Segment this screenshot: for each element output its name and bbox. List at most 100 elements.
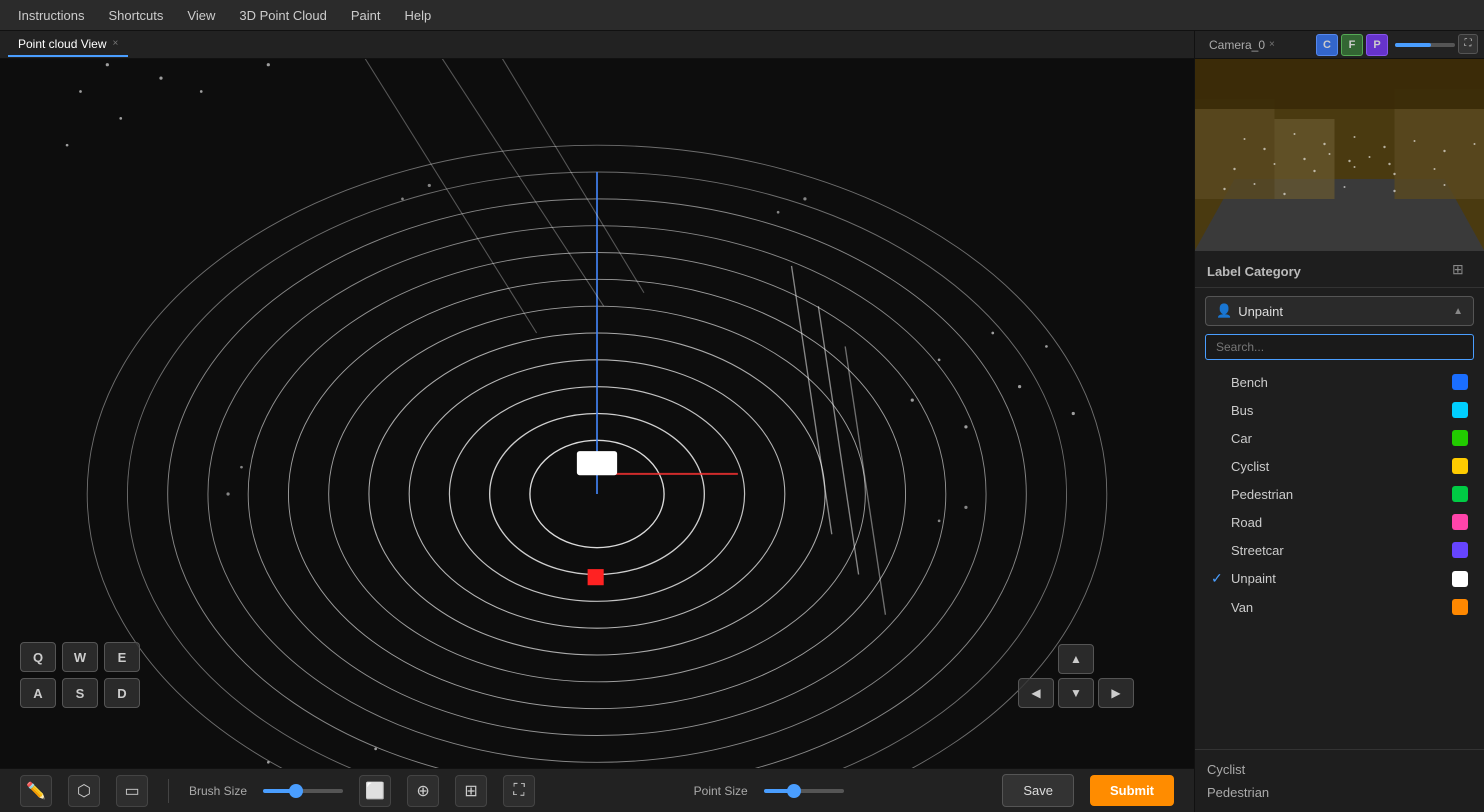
brush-size-slider[interactable]	[263, 789, 343, 793]
category-item-unpaint[interactable]: ✓ Unpaint	[1195, 564, 1484, 593]
crop-tool-button[interactable]: ⬜	[359, 775, 391, 807]
label-panel: Label Category ⊞ 👤 Unpaint ▲ Bench Bus	[1195, 251, 1484, 812]
category-color-swatch	[1452, 542, 1468, 558]
category-name: Car	[1231, 431, 1452, 446]
additional-label-cyclist: Cyclist	[1207, 758, 1472, 781]
key-q[interactable]: Q	[20, 642, 56, 672]
key-s[interactable]: S	[62, 678, 98, 708]
label-dropdown[interactable]: 👤 Unpaint ▲	[1205, 296, 1474, 326]
category-item-pedestrian[interactable]: Pedestrian	[1195, 480, 1484, 508]
point-size-slider[interactable]	[764, 789, 844, 793]
label-category-title: Label Category	[1207, 264, 1301, 279]
toolbar-sep-1	[168, 779, 169, 803]
category-name: Streetcar	[1231, 543, 1452, 558]
point-cloud-tab-label: Point cloud View	[18, 37, 107, 51]
additional-label-pedestrian: Pedestrian	[1207, 781, 1472, 804]
key-row-bottom: A S D	[20, 678, 140, 708]
category-checkmark: ✓	[1211, 570, 1227, 587]
camera-tab-bar: Camera_0 × C F P ⛶	[1195, 31, 1484, 59]
label-search	[1205, 334, 1474, 360]
main-area: Point cloud View ×	[0, 31, 1484, 812]
category-list: Bench Bus Car Cyclist Pedestrian Road St…	[1195, 364, 1484, 749]
nav-row-mid: ◀ ▼ ▶	[1018, 678, 1134, 708]
camera-p-button[interactable]: P	[1366, 34, 1388, 56]
category-item-van[interactable]: Van	[1195, 593, 1484, 621]
category-item-bench[interactable]: Bench	[1195, 368, 1484, 396]
menu-help[interactable]: Help	[394, 4, 441, 27]
submit-button[interactable]: Submit	[1090, 775, 1174, 806]
keyboard-overlay: Q W E A S D	[20, 642, 140, 708]
key-w[interactable]: W	[62, 642, 98, 672]
nav-row-up: ▲	[1058, 644, 1094, 674]
camera-tab-label: Camera_0	[1209, 38, 1265, 52]
camera-scene-svg	[1195, 59, 1484, 251]
category-item-car[interactable]: Car	[1195, 424, 1484, 452]
point-cloud-tab[interactable]: Point cloud View ×	[8, 33, 128, 57]
paint-tool-button[interactable]: ✏️	[20, 775, 52, 807]
save-button[interactable]: Save	[1002, 774, 1074, 807]
category-color-swatch	[1452, 458, 1468, 474]
camera-tab-close[interactable]: ×	[1269, 39, 1275, 50]
camera-slider-container	[1395, 34, 1455, 56]
category-item-streetcar[interactable]: Streetcar	[1195, 536, 1484, 564]
camera-slider-fill	[1395, 43, 1431, 47]
category-name: Road	[1231, 515, 1452, 530]
dropdown-value: Unpaint	[1238, 304, 1447, 319]
point-cloud-tab-close[interactable]: ×	[113, 38, 119, 49]
menu-view[interactable]: View	[177, 4, 225, 27]
category-name: Van	[1231, 600, 1452, 615]
rectangle-tool-button[interactable]: ▭	[116, 775, 148, 807]
camera-maximize-button[interactable]: ⛶	[1458, 34, 1478, 54]
category-item-cyclist[interactable]: Cyclist	[1195, 452, 1484, 480]
category-color-swatch	[1452, 430, 1468, 446]
label-header-icon[interactable]: ⊞	[1452, 261, 1472, 281]
point-cloud-canvas[interactable]: Q W E A S D ▲ ◀	[0, 59, 1194, 768]
transform-tool-button[interactable]: ⊞	[455, 775, 487, 807]
point-cloud-tab-bar: Point cloud View ×	[0, 31, 1194, 59]
nav-down-button[interactable]: ▼	[1058, 678, 1094, 708]
right-panel: Camera_0 × C F P ⛶	[1194, 31, 1484, 812]
category-name: Pedestrian	[1231, 487, 1452, 502]
point-cloud-container: Point cloud View ×	[0, 31, 1194, 768]
bottom-toolbar: ✏️ ⬡ ▭ Brush Size ⬜ ⊕ ⊞ ⛶ Point Size Sav…	[0, 768, 1194, 812]
nav-arrows: ▲ ◀ ▼ ▶	[1018, 644, 1134, 708]
menu-shortcuts[interactable]: Shortcuts	[98, 4, 173, 27]
nav-left-button[interactable]: ◀	[1018, 678, 1054, 708]
camera-c-button[interactable]: C	[1316, 34, 1338, 56]
category-name: Cyclist	[1231, 459, 1452, 474]
key-a[interactable]: A	[20, 678, 56, 708]
category-color-swatch	[1452, 374, 1468, 390]
category-name: Unpaint	[1231, 571, 1452, 586]
camera-slider-track	[1395, 43, 1455, 47]
category-color-swatch	[1452, 571, 1468, 587]
camera-controls: C F P ⛶	[1316, 34, 1478, 56]
menu-3d-point-cloud[interactable]: 3D Point Cloud	[229, 4, 336, 27]
category-color-swatch	[1452, 514, 1468, 530]
camera-image	[1195, 59, 1484, 251]
menu-instructions[interactable]: Instructions	[8, 4, 94, 27]
camera-f-button[interactable]: F	[1341, 34, 1363, 56]
left-panel: Point cloud View ×	[0, 31, 1194, 812]
search-input[interactable]	[1205, 334, 1474, 360]
move-tool-button[interactable]: ⊕	[407, 775, 439, 807]
key-d[interactable]: D	[104, 678, 140, 708]
fullscreen-button[interactable]: ⛶	[503, 775, 535, 807]
menu-paint[interactable]: Paint	[341, 4, 391, 27]
category-item-road[interactable]: Road	[1195, 508, 1484, 536]
dropdown-icon: 👤	[1216, 303, 1232, 319]
point-cloud-svg	[0, 59, 1194, 768]
category-color-swatch	[1452, 486, 1468, 502]
category-item-bus[interactable]: Bus	[1195, 396, 1484, 424]
point-size-label: Point Size	[694, 784, 748, 798]
nav-up-button[interactable]: ▲	[1058, 644, 1094, 674]
additional-labels: Cyclist Pedestrian	[1195, 749, 1484, 812]
category-name: Bench	[1231, 375, 1452, 390]
key-e[interactable]: E	[104, 642, 140, 672]
camera-view: Camera_0 × C F P ⛶	[1195, 31, 1484, 251]
category-name: Bus	[1231, 403, 1452, 418]
label-header: Label Category ⊞	[1195, 251, 1484, 288]
select-tool-button[interactable]: ⬡	[68, 775, 100, 807]
camera-tab[interactable]: Camera_0 ×	[1201, 36, 1283, 54]
key-row-top: Q W E	[20, 642, 140, 672]
nav-right-button[interactable]: ▶	[1098, 678, 1134, 708]
